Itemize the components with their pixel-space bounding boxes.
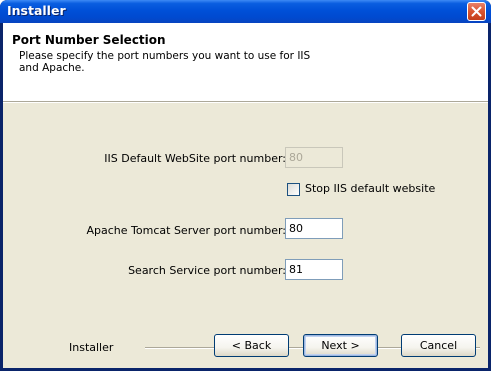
next-button[interactable]: Next > (303, 334, 378, 357)
installer-window: Installer Port Number Selection Please s… (0, 0, 491, 371)
close-button[interactable] (467, 2, 486, 21)
iis-port-field[interactable] (285, 147, 343, 168)
tomcat-port-field[interactable] (285, 218, 343, 239)
search-port-field[interactable] (285, 259, 343, 280)
title-bar[interactable]: Installer (0, 0, 491, 23)
wizard-body: IIS Default WebSite port number: Stop II… (3, 103, 488, 368)
close-icon (471, 6, 482, 17)
cancel-button[interactable]: Cancel (401, 334, 476, 357)
tomcat-port-label: Apache Tomcat Server port number: (86, 224, 286, 237)
iis-port-label: IIS Default WebSite port number: (104, 152, 286, 165)
stop-iis-checkbox[interactable] (287, 183, 300, 196)
dialog-client-area: Port Number Selection Please specify the… (3, 23, 488, 368)
page-title: Port Number Selection (12, 33, 166, 47)
footer-brand-label: Installer (69, 341, 114, 354)
back-button[interactable]: < Back (214, 334, 289, 357)
stop-iis-label[interactable]: Stop IIS default website (305, 182, 435, 195)
search-port-label: Search Service port number: (128, 264, 286, 277)
window-title: Installer (7, 3, 66, 18)
wizard-header: Port Number Selection Please specify the… (3, 23, 488, 101)
page-description: Please specify the port numbers you want… (19, 50, 311, 74)
